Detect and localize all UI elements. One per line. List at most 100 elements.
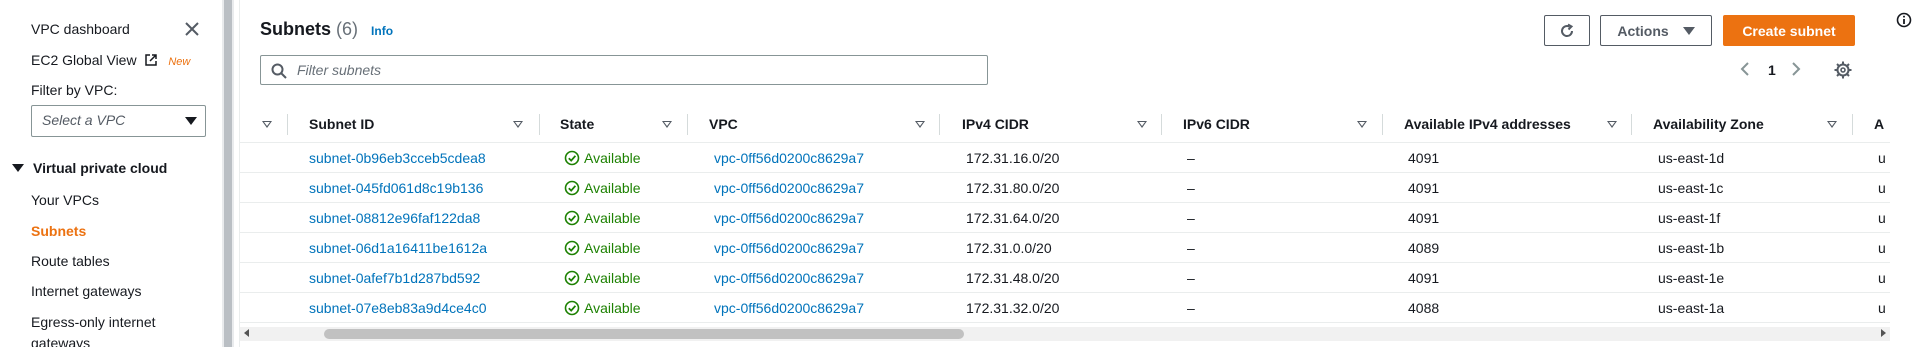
column-divider[interactable] xyxy=(1161,114,1162,135)
column-header-vpc[interactable]: VPC xyxy=(709,116,738,132)
new-badge: New xyxy=(168,56,191,68)
sidebar-scrollbar-thumb[interactable] xyxy=(224,0,232,347)
column-divider[interactable] xyxy=(539,114,540,135)
sidebar-item-egress-only-gateways-cont[interactable]: gateways xyxy=(31,335,90,347)
ipv6-cidr: – xyxy=(1187,300,1195,316)
column-divider[interactable] xyxy=(687,114,688,135)
availability-zone: us-east-1c xyxy=(1658,180,1724,196)
availability-zone: us-east-1f xyxy=(1658,210,1721,226)
subnet-id-link[interactable]: subnet-08812e96faf122da8 xyxy=(309,210,480,226)
ipv4-cidr: 172.31.80.0/20 xyxy=(966,180,1060,196)
sort-icon[interactable] xyxy=(1827,121,1837,128)
sort-icon[interactable] xyxy=(262,121,272,128)
section-virtual-private-cloud[interactable]: Virtual private cloud xyxy=(12,160,167,176)
ipv4-cidr: 172.31.48.0/20 xyxy=(966,270,1060,286)
subnet-id-link[interactable]: subnet-0b96eb3cceb5cdea8 xyxy=(309,150,486,166)
scroll-right-arrow[interactable] xyxy=(1881,329,1886,337)
check-circle-icon xyxy=(564,150,580,166)
sort-icon[interactable] xyxy=(1607,121,1617,128)
status-badge: Available xyxy=(564,150,641,166)
status-badge: Available xyxy=(564,270,641,286)
column-header-ipv6-cidr[interactable]: IPv6 CIDR xyxy=(1183,116,1250,132)
ipv4-cidr: 172.31.16.0/20 xyxy=(966,150,1060,166)
table-row[interactable]: subnet-08812e96faf122da8 Available vpc-0… xyxy=(240,203,1890,233)
column-divider[interactable] xyxy=(939,114,940,135)
actions-button[interactable]: Actions xyxy=(1600,15,1712,46)
status-text: Available xyxy=(584,180,641,196)
available-ipv4: 4091 xyxy=(1408,150,1440,166)
vpc-filter-select[interactable]: Select a VPC xyxy=(31,105,206,137)
scroll-left-arrow[interactable] xyxy=(244,329,249,337)
vpc-id-link[interactable]: vpc-0ff56d0200c8629a7 xyxy=(714,240,864,256)
table-horizontal-scrollbar[interactable] xyxy=(240,327,1890,341)
subnet-count: (6) xyxy=(336,19,359,39)
availability-zone: us-east-1b xyxy=(1658,240,1725,256)
create-subnet-button[interactable]: Create subnet xyxy=(1723,15,1855,46)
next-page-button[interactable] xyxy=(1791,62,1801,79)
extra-cell: u xyxy=(1878,300,1886,316)
filter-subnets-input[interactable] xyxy=(295,60,975,80)
sidebar-item-route-tables[interactable]: Route tables xyxy=(31,253,110,269)
sidebar-item-ec2-global-view[interactable]: EC2 Global View New xyxy=(31,52,190,68)
column-header-availability-zone[interactable]: Availability Zone xyxy=(1653,116,1764,132)
filter-by-vpc-label: Filter by VPC: xyxy=(31,82,118,98)
subnet-id-link[interactable]: subnet-06d1a16411be1612a xyxy=(309,240,487,256)
table-row[interactable]: subnet-045fd061d8c19b136 Available vpc-0… xyxy=(240,173,1890,203)
vpc-id-link[interactable]: vpc-0ff56d0200c8629a7 xyxy=(714,270,864,286)
sidebar: VPC dashboard EC2 Global View New Filter… xyxy=(0,0,222,347)
sidebar-item-internet-gateways[interactable]: Internet gateways xyxy=(31,283,142,299)
sort-icon[interactable] xyxy=(513,121,523,128)
vpc-filter-placeholder: Select a VPC xyxy=(42,112,126,128)
subnet-id-link[interactable]: subnet-07e8eb83a9d4ce4c0 xyxy=(309,300,487,316)
filter-subnets-box[interactable] xyxy=(260,55,988,85)
info-link[interactable]: Info xyxy=(371,24,393,38)
subnet-id-link[interactable]: subnet-045fd061d8c19b136 xyxy=(309,180,483,196)
check-circle-icon xyxy=(564,270,580,286)
column-header-state[interactable]: State xyxy=(560,116,594,132)
sort-icon[interactable] xyxy=(1357,121,1367,128)
ipv6-cidr: – xyxy=(1187,210,1195,226)
sort-icon[interactable] xyxy=(915,121,925,128)
vpc-id-link[interactable]: vpc-0ff56d0200c8629a7 xyxy=(714,300,864,316)
status-badge: Available xyxy=(564,300,641,316)
sidebar-item-subnets[interactable]: Subnets xyxy=(31,223,86,239)
column-divider[interactable] xyxy=(1631,114,1632,135)
sidebar-item-egress-only-gateways[interactable]: Egress-only internet xyxy=(31,314,156,330)
table-row[interactable]: subnet-0afef7b1d287bd592 Available vpc-0… xyxy=(240,263,1890,293)
available-ipv4: 4091 xyxy=(1408,180,1440,196)
previous-page-button[interactable] xyxy=(1740,62,1750,79)
column-header-subnet-id[interactable]: Subnet ID xyxy=(309,116,374,132)
column-header-available-ipv4[interactable]: Available IPv4 addresses xyxy=(1404,116,1571,132)
table-row[interactable]: subnet-07e8eb83a9d4ce4c0 Available vpc-0… xyxy=(240,293,1890,323)
check-circle-icon xyxy=(564,180,580,196)
scrollbar-thumb[interactable] xyxy=(324,329,964,339)
info-icon[interactable] xyxy=(1896,12,1912,28)
vpc-id-link[interactable]: vpc-0ff56d0200c8629a7 xyxy=(714,150,864,166)
extra-cell: u xyxy=(1878,210,1886,226)
subnet-id-link[interactable]: subnet-0afef7b1d287bd592 xyxy=(309,270,480,286)
ipv4-cidr: 172.31.32.0/20 xyxy=(966,300,1060,316)
check-circle-icon xyxy=(564,210,580,226)
gear-icon[interactable] xyxy=(1834,61,1852,79)
sidebar-item-your-vpcs[interactable]: Your VPCs xyxy=(31,192,99,208)
section-title-label: Virtual private cloud xyxy=(33,160,168,176)
refresh-button[interactable] xyxy=(1544,15,1590,46)
column-header-extra[interactable]: A xyxy=(1874,116,1884,132)
column-divider[interactable] xyxy=(287,114,288,135)
column-divider[interactable] xyxy=(1852,114,1853,135)
availability-zone: us-east-1d xyxy=(1658,150,1725,166)
column-divider[interactable] xyxy=(1382,114,1383,135)
actions-label: Actions xyxy=(1617,22,1669,39)
page-number[interactable]: 1 xyxy=(1768,62,1776,78)
sort-icon[interactable] xyxy=(662,121,672,128)
status-badge: Available xyxy=(564,240,641,256)
vpc-id-link[interactable]: vpc-0ff56d0200c8629a7 xyxy=(714,180,864,196)
column-header-ipv4-cidr[interactable]: IPv4 CIDR xyxy=(962,116,1029,132)
table-row[interactable]: subnet-0b96eb3cceb5cdea8 Available vpc-0… xyxy=(240,143,1890,173)
table-row[interactable]: subnet-06d1a16411be1612a Available vpc-0… xyxy=(240,233,1890,263)
sort-icon[interactable] xyxy=(1137,121,1147,128)
close-icon[interactable] xyxy=(183,20,201,38)
sidebar-item-vpc-dashboard[interactable]: VPC dashboard xyxy=(31,21,130,37)
external-link-icon xyxy=(145,54,158,66)
vpc-id-link[interactable]: vpc-0ff56d0200c8629a7 xyxy=(714,210,864,226)
